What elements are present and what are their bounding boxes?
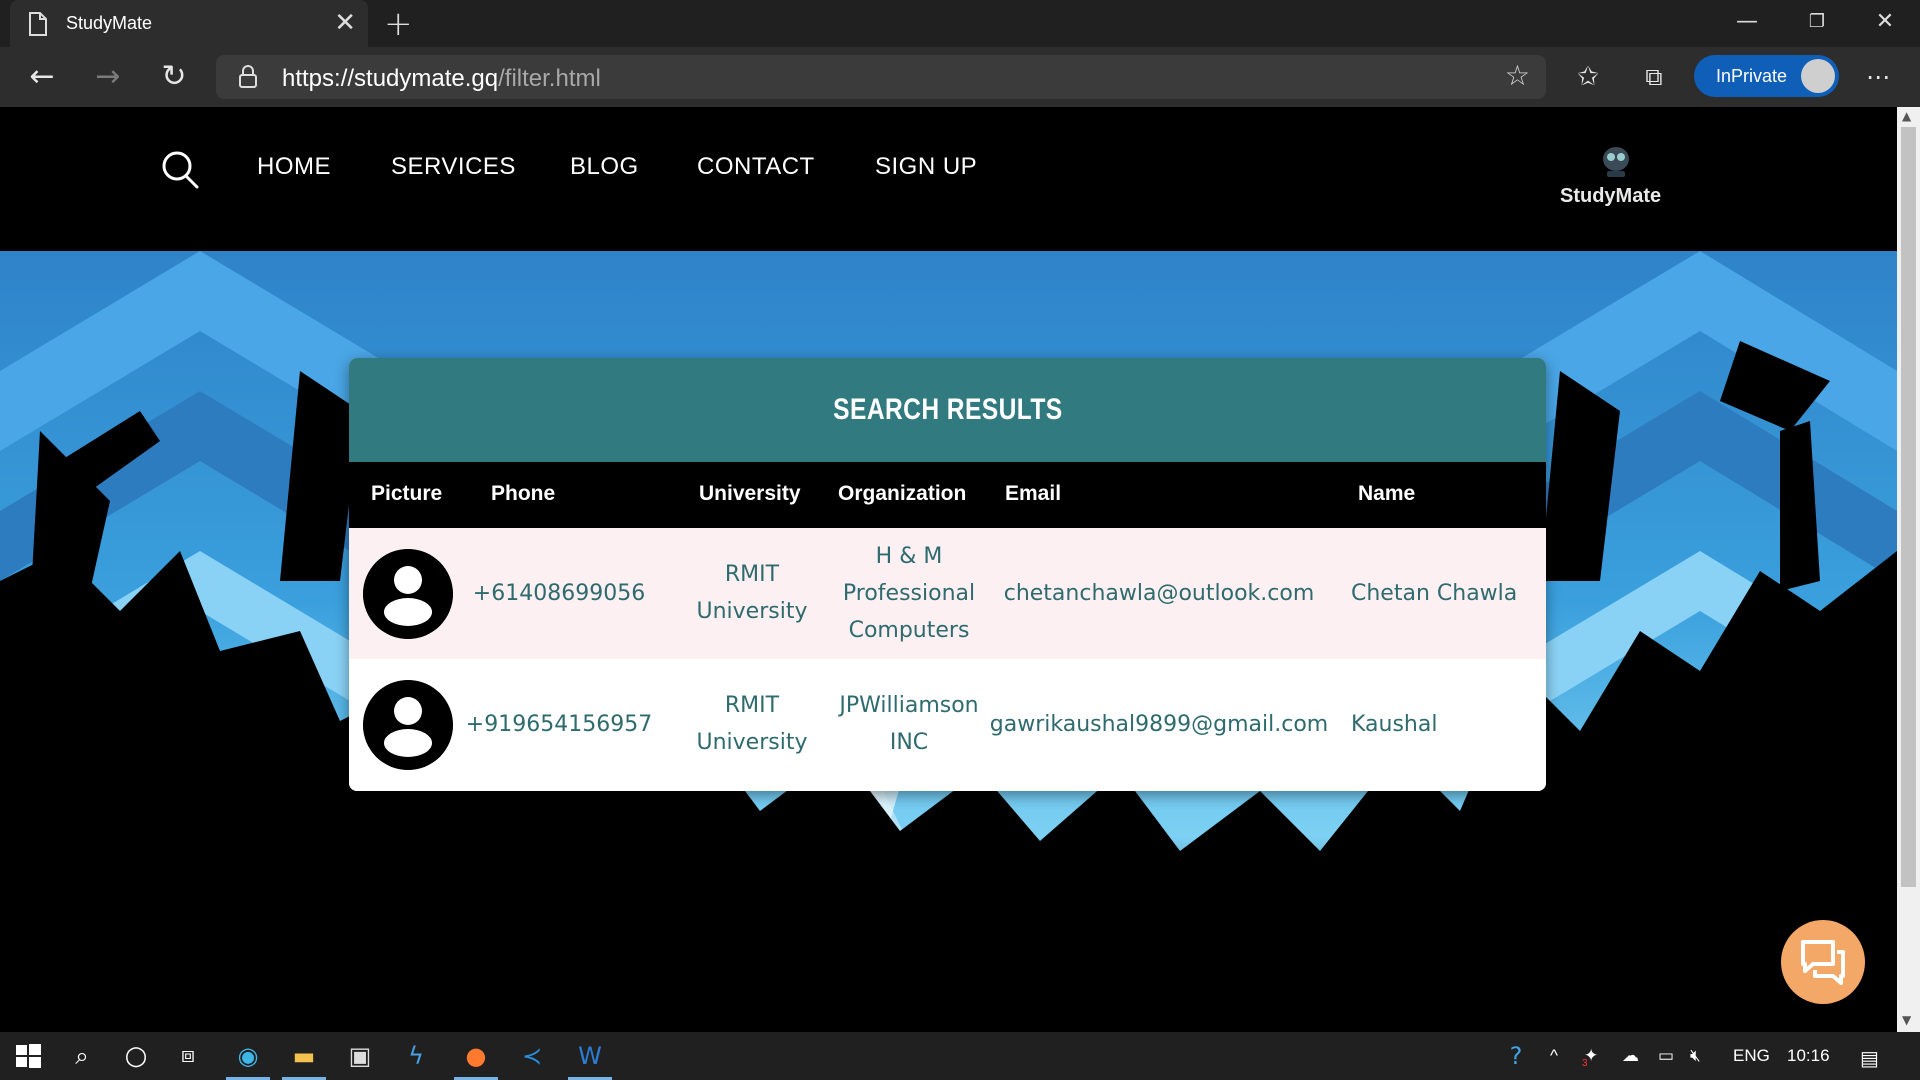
column-university: University (699, 482, 801, 505)
notification-badge: 3 (1582, 1058, 1588, 1069)
organization-line: JPWilliamson (839, 693, 979, 718)
organization-cell: JPWilliamson INC (825, 687, 993, 761)
email-cell: chetanchawla@outlook.com (1003, 581, 1315, 606)
close-window-button[interactable]: ✕ (1850, 0, 1920, 44)
logo-mascot-icon (1603, 147, 1629, 177)
inprivate-label: InPrivate (1716, 66, 1788, 86)
university-cell: RMIT University (679, 556, 825, 630)
site-navbar: HOME SERVICES BLOG CONTACT SIGN UP Study… (0, 107, 1897, 251)
table-row: +919654156957 RMIT University JPWilliams… (349, 659, 1546, 791)
search-results-card: SEARCH RESULTS Picture Phone University … (349, 358, 1546, 791)
page-viewport: HOME SERVICES BLOG CONTACT SIGN UP Study… (0, 107, 1897, 1032)
organization-line: Computers (848, 618, 970, 643)
task-view-icon[interactable]: ⧈ (172, 1040, 204, 1072)
organization-cell: H & M Professional Computers (829, 538, 989, 649)
column-organization: Organization (838, 482, 967, 505)
language-indicator[interactable]: ENG (1733, 1046, 1770, 1066)
browser-tab-strip: StudyMate ✕ + — ❐ ✕ (0, 0, 1920, 47)
tab-title: StudyMate (66, 13, 153, 33)
organization-line: H & M (875, 544, 943, 569)
university-cell: RMIT University (679, 687, 825, 761)
search-icon[interactable] (160, 149, 200, 189)
profile-avatar (1801, 59, 1835, 93)
word-icon[interactable]: W (568, 1040, 612, 1080)
url-path: /filter.html (498, 65, 601, 92)
browser-toolbar: ← → ↻ https://studymate.gq/filter.html ☆… (0, 47, 1920, 107)
volume-muted-icon[interactable]: 🔇︎ (1690, 1046, 1701, 1066)
forward-icon[interactable]: → (88, 57, 128, 97)
collections-icon[interactable]: ⧉ (1634, 57, 1674, 97)
clock[interactable]: 10:16 (1787, 1046, 1830, 1066)
page-scrollbar[interactable]: ▲ ▼ (1897, 107, 1920, 1032)
new-tab-button[interactable]: + (384, 4, 413, 44)
battery-icon[interactable]: ▭ (1658, 1046, 1674, 1066)
edge-browser-icon[interactable]: ◉ (226, 1040, 270, 1080)
name-text: Kaushal (1351, 712, 1438, 737)
organization-line: INC (889, 730, 929, 755)
column-name: Name (1358, 482, 1416, 505)
inprivate-button[interactable]: InPrivate (1694, 55, 1839, 97)
chat-icon (1801, 940, 1845, 985)
show-hidden-icons-icon[interactable]: ^ (1550, 1046, 1558, 1066)
url-text[interactable]: https://studymate.gq/filter.html (282, 65, 601, 93)
search-icon[interactable]: ⌕ (66, 1040, 98, 1072)
minimize-button[interactable]: — (1712, 0, 1782, 44)
column-phone: Phone (491, 482, 556, 505)
column-picture: Picture (371, 482, 443, 505)
logo-text: StudyMate (1560, 185, 1662, 207)
profile-picture-icon (363, 680, 453, 770)
results-title: SEARCH RESULTS (349, 358, 1546, 462)
nav-blog[interactable]: BLOG (570, 153, 639, 181)
lock-icon[interactable] (238, 65, 258, 89)
table-header: Picture Phone University Organization Em… (349, 462, 1546, 528)
url-host: https://studymate.gq (282, 65, 499, 92)
column-email: Email (1005, 482, 1062, 505)
back-icon[interactable]: ← (22, 57, 62, 97)
nav-services[interactable]: SERVICES (391, 153, 516, 181)
power-automate-icon[interactable]: ϟ (400, 1040, 432, 1072)
nav-contact[interactable]: CONTACT (697, 153, 815, 181)
windows-start-icon[interactable] (12, 1040, 44, 1072)
browser-tab[interactable]: StudyMate ✕ (10, 0, 368, 47)
help-icon[interactable]: ? (1500, 1040, 1532, 1072)
refresh-icon[interactable]: ↻ (154, 57, 194, 97)
vscode-icon[interactable]: ≺ (516, 1040, 548, 1072)
nav-home[interactable]: HOME (257, 153, 331, 181)
university-line: University (696, 730, 808, 755)
university-line: RMIT (724, 693, 780, 718)
chat-button[interactable] (1781, 920, 1865, 1004)
onedrive-icon[interactable]: ☁ (1622, 1046, 1639, 1066)
scrollbar-thumb[interactable] (1901, 127, 1916, 887)
table-row: +61408699056 RMIT University H & M Profe… (349, 528, 1546, 659)
results-title-text: SEARCH RESULTS (832, 393, 1063, 426)
organization-line: Professional (842, 581, 976, 606)
phone-cell: +919654156957 (465, 712, 653, 737)
firefox-icon[interactable]: ● (454, 1040, 498, 1080)
profile-picture-icon (363, 549, 453, 639)
file-explorer-icon[interactable]: ▬ (282, 1040, 326, 1080)
scroll-down-icon[interactable]: ▼ (1902, 1013, 1911, 1027)
cortana-icon[interactable]: ○ (120, 1040, 152, 1072)
nav-sign-up[interactable]: SIGN UP (875, 153, 977, 181)
university-line: University (696, 599, 808, 624)
address-bar[interactable]: https://studymate.gq/filter.html ☆ (216, 55, 1546, 99)
favorites-icon[interactable]: ✩ (1568, 57, 1608, 97)
page-icon (29, 12, 47, 36)
restore-button[interactable]: ❐ (1782, 0, 1852, 44)
phone-cell: +61408699056 (472, 581, 646, 606)
scroll-up-icon[interactable]: ▲ (1902, 109, 1911, 123)
studymate-logo[interactable]: StudyMate (1556, 143, 1676, 213)
more-icon[interactable]: ⋯ (1858, 57, 1898, 97)
name-text: Chetan Chawla (1351, 581, 1518, 606)
store-icon[interactable]: ▣ (344, 1040, 376, 1072)
email-cell: gawrikaushal9899@gmail.com (989, 712, 1329, 737)
university-line: RMIT (724, 562, 780, 587)
action-center-icon[interactable]: ▤ (1860, 1046, 1879, 1071)
close-tab-icon[interactable]: ✕ (334, 8, 356, 38)
add-favorite-icon[interactable]: ☆ (1505, 59, 1530, 92)
windows-taskbar: ⌕ ○ ⧈ ◉ ▬ ▣ ϟ ● ≺ W ? ^ ✦ 3 ☁ ▭ 🔇︎ ENG 1… (0, 1032, 1920, 1080)
